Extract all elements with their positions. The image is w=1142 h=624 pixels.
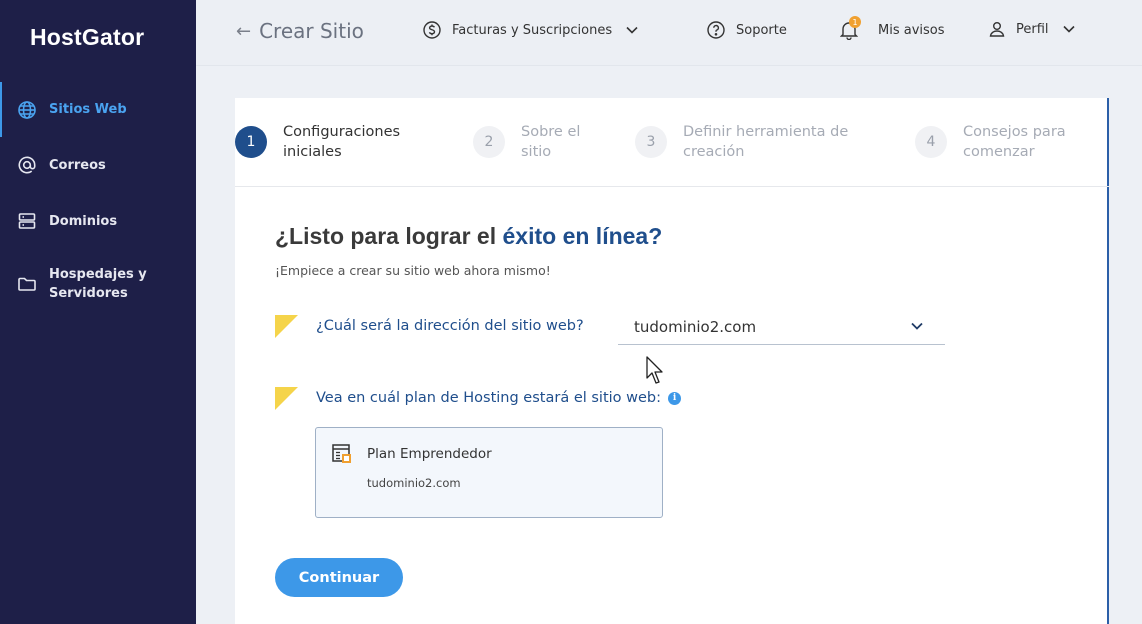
billing-menu[interactable]: Facturas y Suscripciones <box>422 20 638 40</box>
sidebar-item-label: Sitios Web <box>49 102 127 117</box>
step-4[interactable]: 4 Consejos para comenzar <box>915 122 1113 162</box>
top-bar: ← Crear Sitio Facturas y Suscripciones S… <box>196 0 1142 66</box>
step-number: 4 <box>915 126 947 158</box>
step-label: Sobre el sitio <box>521 124 581 160</box>
globe-icon <box>16 99 38 121</box>
subheading: ¡Empiece a crear su sitio web ahora mism… <box>275 263 551 278</box>
profile-label: Perfil <box>1016 21 1049 37</box>
sidebar-item-label: Correos <box>49 157 106 173</box>
domain-select[interactable]: tudominio2.com <box>618 310 945 345</box>
sidebar-item-dominios[interactable]: Dominios <box>0 193 196 249</box>
step-number: 2 <box>473 126 505 158</box>
notices-label: Mis avisos <box>878 22 945 38</box>
heading-highlight: éxito en línea? <box>502 223 663 249</box>
mouse-cursor-icon <box>646 356 663 384</box>
continue-button[interactable]: Continuar <box>275 558 403 597</box>
folder-icon <box>16 273 38 295</box>
step-label: Consejos para comenzar <box>963 124 1066 160</box>
arrow-left-icon: ← <box>236 20 252 42</box>
chevron-down-icon <box>1062 25 1075 33</box>
notification-badge: 1 <box>849 16 861 28</box>
step-1[interactable]: 1 Configuraciones iniciales <box>235 122 433 162</box>
plan-domain: tudominio2.com <box>367 476 461 490</box>
heading-prefix: ¿Listo para lograr el <box>275 223 503 249</box>
domain-question: ¿Cuál será la dirección del sitio web? <box>316 318 584 334</box>
page-title: Crear Sitio <box>259 19 364 43</box>
step-number: 1 <box>235 126 267 158</box>
yellow-flag-icon <box>275 315 298 338</box>
step-label: Configuraciones iniciales <box>283 124 401 160</box>
hostgator-logo[interactable]: HostGator <box>30 24 144 51</box>
sidebar-item-correos[interactable]: Correos <box>0 137 196 193</box>
dollar-circle-icon <box>423 21 441 39</box>
yellow-flag-icon <box>275 387 298 410</box>
sidebar-nav: Sitios Web Correos Dominios Hospedajes y… <box>0 82 196 319</box>
support-label: Soporte <box>736 22 787 38</box>
billing-label: Facturas y Suscripciones <box>452 22 613 38</box>
step-2[interactable]: 2 Sobre el sitio <box>473 122 611 162</box>
chevron-down-icon <box>911 322 923 330</box>
plan-question-text: Vea en cuál plan de Hosting estará el si… <box>316 390 662 406</box>
plan-card[interactable]: Plan Emprendedor tudominio2.com <box>315 427 663 518</box>
sidebar-item-hospedajes[interactable]: Hospedajes y Servidores <box>0 249 196 319</box>
info-icon[interactable]: i <box>668 391 682 405</box>
support-link[interactable]: Soporte <box>706 20 787 40</box>
notices-link[interactable]: 1 Mis avisos <box>840 16 945 40</box>
bell-icon: 1 <box>840 16 868 40</box>
help-circle-icon <box>707 21 725 39</box>
main-heading: ¿Listo para lograr el éxito en línea? <box>275 223 662 250</box>
domain-select-value: tudominio2.com <box>634 318 757 336</box>
chevron-down-icon <box>626 26 638 34</box>
user-icon <box>989 22 1005 37</box>
server-icon <box>16 210 38 232</box>
step-number: 3 <box>635 126 667 158</box>
sidebar-item-sitios-web[interactable]: Sitios Web <box>0 82 196 137</box>
sidebar-item-label: Dominios <box>49 213 118 229</box>
step-3[interactable]: 3 Definir herramienta de creación <box>635 122 873 162</box>
profile-menu[interactable]: Perfil <box>988 20 1075 38</box>
stepper: 1 Configuraciones iniciales 2 Sobre el s… <box>235 98 1109 187</box>
plan-window-icon <box>332 444 351 463</box>
back-button[interactable]: ← Crear Sitio <box>236 19 364 43</box>
plan-name: Plan Emprendedor <box>367 446 492 462</box>
plan-question: Vea en cuál plan de Hosting estará el si… <box>316 390 682 406</box>
create-site-card: 1 Configuraciones iniciales 2 Sobre el s… <box>235 98 1109 624</box>
at-icon <box>16 154 38 176</box>
sidebar: HostGator Sitios Web Correos Dominios Ho… <box>0 0 196 624</box>
sidebar-item-label: Hospedajes y Servidores <box>49 267 147 301</box>
step-label: Definir herramienta de creación <box>683 124 849 160</box>
